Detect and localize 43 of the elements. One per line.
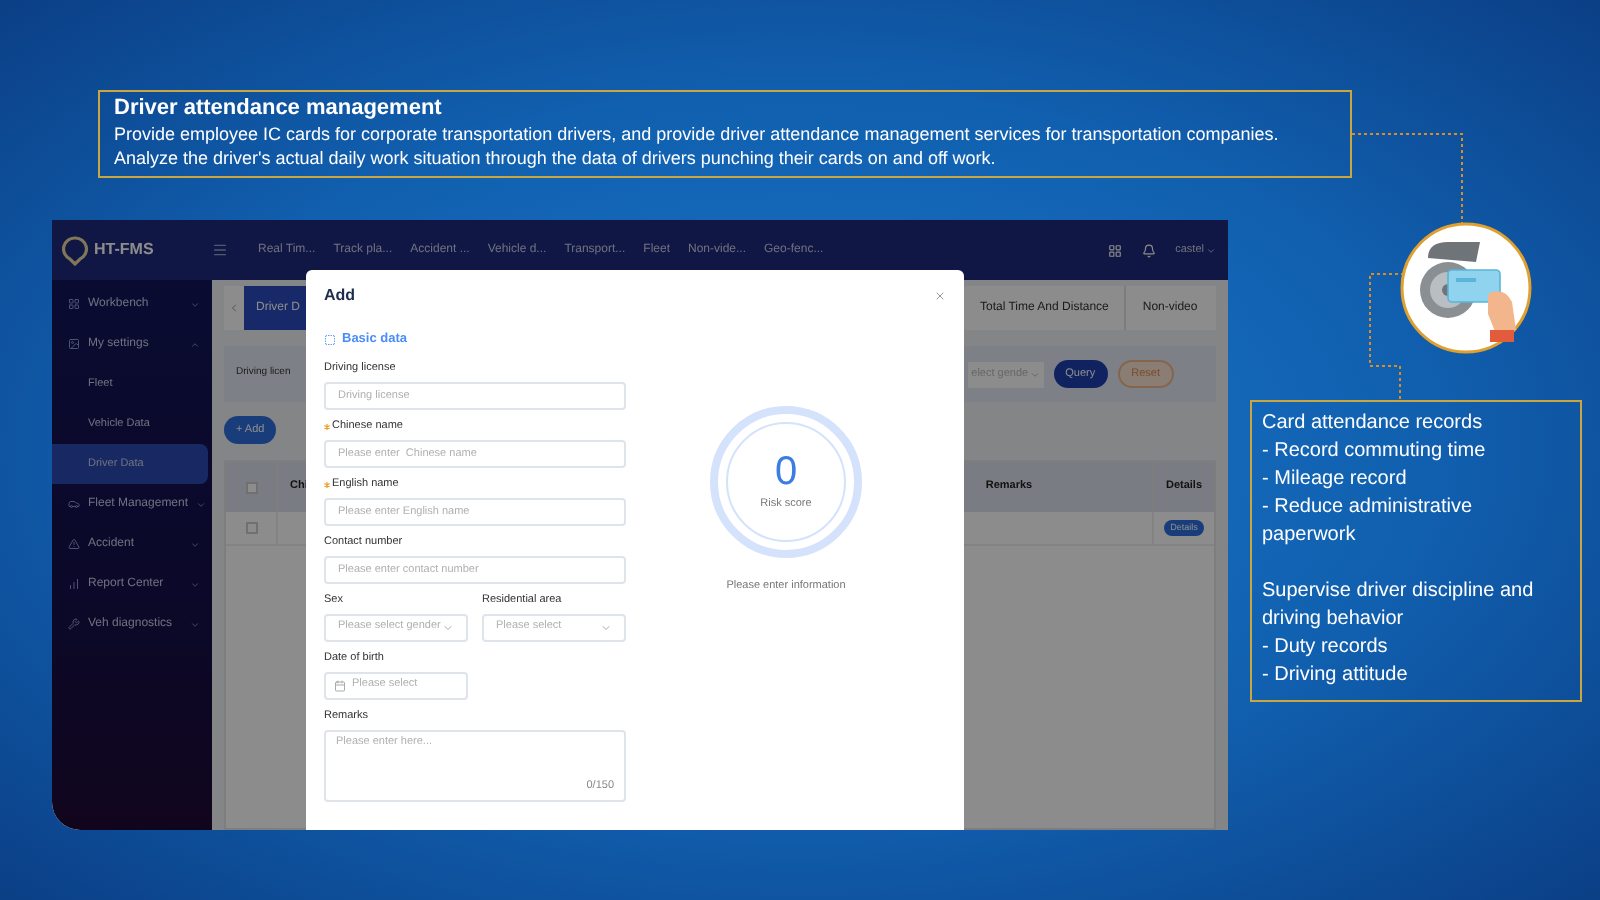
notes-item: - Driving attitude xyxy=(1262,662,1410,690)
logo-text: HT-FMS xyxy=(94,238,154,262)
risk-score-value: 0 xyxy=(774,451,798,492)
car-icon xyxy=(68,498,80,510)
logo-icon xyxy=(62,235,88,265)
notes-item: - Record commuting time xyxy=(1262,438,1488,466)
notes-item: - Reduce administrative paperwork xyxy=(1262,494,1475,550)
chevron-icon xyxy=(196,499,207,509)
checkbox[interactable] xyxy=(245,481,257,493)
close-icon[interactable] xyxy=(934,290,946,302)
chevron-icon xyxy=(190,619,200,629)
callout-title: Driver attendance management xyxy=(114,96,444,122)
chevron-icon xyxy=(190,299,200,309)
notes-item: - Duty records xyxy=(1262,634,1390,662)
apps-icon[interactable] xyxy=(1107,243,1122,257)
warning-icon xyxy=(68,538,80,550)
dialog-title: Add xyxy=(324,284,356,308)
chevron-icon xyxy=(1029,369,1040,379)
required-icon xyxy=(324,423,330,430)
image-icon xyxy=(68,338,80,350)
required-icon xyxy=(324,481,330,488)
leader-line xyxy=(1369,273,1405,401)
notes-item: - Mileage record xyxy=(1262,466,1409,494)
chevron-icon xyxy=(190,579,200,589)
notes-heading: Supervise driver discipline and driving behavior xyxy=(1262,578,1536,634)
card-reader-drawing xyxy=(1400,222,1532,354)
chevron-icon xyxy=(1206,245,1216,255)
wrench-icon xyxy=(68,618,80,630)
bell-icon[interactable] xyxy=(1141,243,1156,257)
notes-heading: Card attendance records xyxy=(1262,410,1485,438)
grid-icon xyxy=(68,298,80,310)
chevron-icon xyxy=(442,621,454,634)
chevron-icon xyxy=(190,339,200,349)
bar-chart-icon xyxy=(68,578,80,590)
chevron-icon xyxy=(600,621,612,634)
callout-text: Provide employee IC cards for corporate transportation drivers, and provide driver attendance management services for transportation companies. xyxy=(114,122,1281,146)
menu-icon[interactable] xyxy=(212,242,228,258)
leader-line xyxy=(1351,133,1463,225)
checkbox[interactable] xyxy=(245,522,257,534)
chevron-icon xyxy=(190,539,200,549)
callout-text: Analyze the driver's actual daily work situation through the data of drivers punching their cards on and off work. xyxy=(114,146,998,170)
calendar-icon xyxy=(334,679,346,692)
back-icon[interactable] xyxy=(228,302,240,314)
